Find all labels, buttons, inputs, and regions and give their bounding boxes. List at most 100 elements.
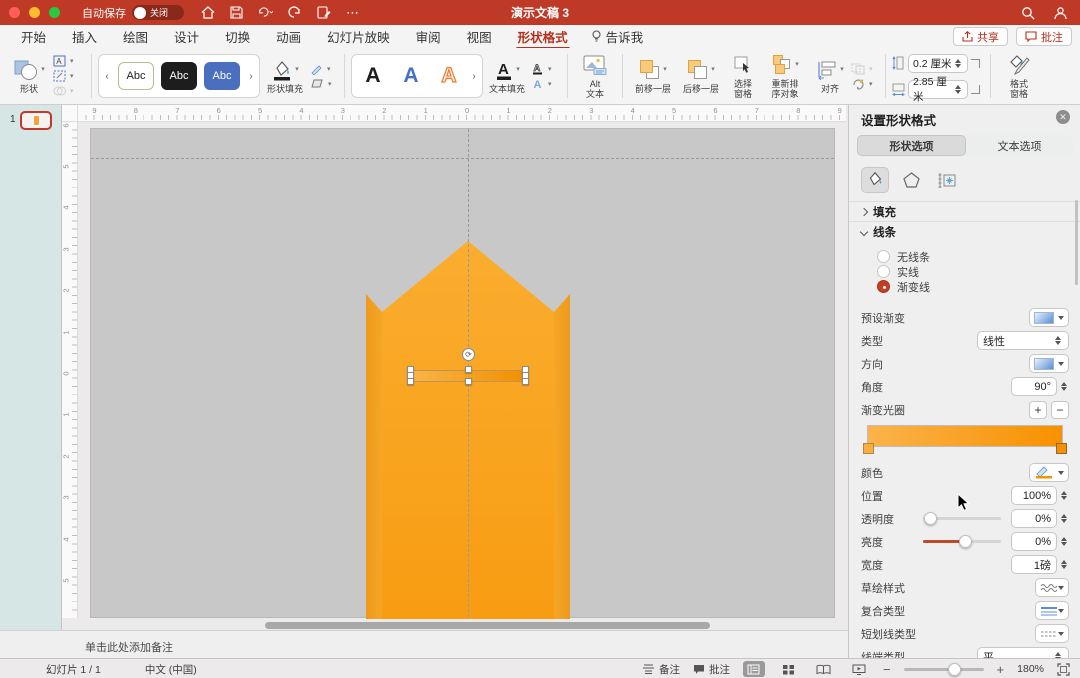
ribbon-tab-动画[interactable]: 动画 xyxy=(276,24,301,49)
sketch-style-dropdown[interactable] xyxy=(1035,578,1069,597)
line-width-field[interactable]: 1磅 xyxy=(1011,555,1057,574)
rotation-handle[interactable]: ⟳ xyxy=(462,348,475,361)
brightness-field[interactable]: 0% xyxy=(1011,532,1057,551)
compound-type-dropdown[interactable] xyxy=(1035,601,1069,620)
gradient-stop-left[interactable] xyxy=(863,443,874,454)
shape-fill-button[interactable]: ▾ 形状填充 xyxy=(260,58,310,94)
text-effects-button[interactable]: A▾ xyxy=(531,77,561,90)
radio-no-line[interactable]: 无线条 xyxy=(849,249,1080,264)
alt-text-button[interactable]: Alt 文本 xyxy=(574,53,616,100)
comments-toggle-button[interactable]: 批注 xyxy=(693,662,730,677)
zoom-window-button[interactable] xyxy=(49,7,60,18)
zoom-slider-thumb[interactable] xyxy=(948,663,961,676)
shape-style-swatch[interactable]: Abc xyxy=(118,62,154,90)
notes-toggle-button[interactable]: 备注 xyxy=(642,662,680,677)
language-indicator[interactable]: 中文 (中国) xyxy=(145,662,197,677)
text-fill-button[interactable]: A ▾ 文本填充 xyxy=(483,58,531,94)
add-stop-button[interactable]: + xyxy=(1029,401,1047,419)
reorder-objects-button[interactable]: ▾ 重新排 序对象 xyxy=(761,53,809,100)
transparency-slider[interactable] xyxy=(923,517,1001,520)
ribbon-tab-幻灯片放映[interactable]: 幻灯片放映 xyxy=(327,24,390,49)
wordart-style-swatch[interactable]: A xyxy=(394,64,428,88)
zoom-out-button[interactable]: − xyxy=(883,662,891,677)
ribbon-tab-切换[interactable]: 切换 xyxy=(225,24,250,49)
fill-line-category-button[interactable] xyxy=(861,167,889,193)
remove-stop-button[interactable]: − xyxy=(1051,401,1069,419)
position-field[interactable]: 100% xyxy=(1011,486,1057,505)
width-stepper[interactable] xyxy=(954,85,963,94)
shapes-button[interactable]: ▾ 形状 xyxy=(5,58,53,94)
shape-width-field[interactable]: 2.85 厘米 xyxy=(908,80,968,99)
fit-slide-icon[interactable] xyxy=(1057,663,1070,676)
ribbon-tab-绘图[interactable]: 绘图 xyxy=(123,24,148,49)
position-stepper[interactable] xyxy=(1059,491,1069,500)
share-button[interactable]: 共享 xyxy=(953,27,1008,46)
gallery-prev-icon[interactable]: ‹ xyxy=(103,71,111,82)
save-copy-icon[interactable] xyxy=(316,5,331,20)
wordart-style-swatch[interactable]: A xyxy=(356,64,390,88)
text-box-button[interactable]: A▾ xyxy=(53,55,85,68)
home-icon[interactable] xyxy=(200,5,215,20)
ribbon-tab-设计[interactable]: 设计 xyxy=(174,24,199,49)
close-panel-icon[interactable]: ✕ xyxy=(1056,110,1070,124)
horizontal-guide[interactable] xyxy=(91,158,834,159)
notes-bar[interactable]: 单击此处添加备注 xyxy=(0,630,848,658)
slide[interactable]: ⟳ xyxy=(90,128,835,618)
comments-button[interactable]: 批注 xyxy=(1016,27,1072,46)
text-outline-button[interactable]: A▾ xyxy=(531,62,561,75)
resize-handle[interactable] xyxy=(522,378,529,385)
size-properties-category-button[interactable] xyxy=(933,167,961,193)
normal-view-button[interactable] xyxy=(743,661,765,677)
brightness-stepper[interactable] xyxy=(1059,537,1069,546)
ribbon-tab-插入[interactable]: 插入 xyxy=(72,24,97,49)
slider-thumb[interactable] xyxy=(924,512,937,525)
rotate-button[interactable]: ▾ xyxy=(851,77,879,90)
redo-button[interactable] xyxy=(287,5,302,20)
shape-outline-button[interactable]: ▾ xyxy=(310,62,338,75)
more-commands-icon[interactable]: ⋯ xyxy=(345,5,360,20)
color-dropdown[interactable] xyxy=(1029,463,1069,482)
resize-handle[interactable] xyxy=(465,378,472,385)
ribbon-tab-开始[interactable]: 开始 xyxy=(21,24,46,49)
transparency-stepper[interactable] xyxy=(1059,514,1069,523)
undo-button[interactable] xyxy=(258,5,273,20)
brightness-slider[interactable] xyxy=(923,540,1001,543)
bring-forward-button[interactable]: ▾ 前移一层 xyxy=(629,58,677,94)
gradient-bar[interactable] xyxy=(867,425,1063,447)
radio-solid-line[interactable]: 实线 xyxy=(849,264,1080,279)
height-stepper[interactable] xyxy=(953,59,963,68)
tab-tell-me[interactable]: 告诉我 xyxy=(591,27,644,46)
radio-gradient-line[interactable]: 渐变线 xyxy=(849,279,1080,294)
zoom-slider[interactable] xyxy=(904,668,984,671)
minimize-window-button[interactable] xyxy=(29,7,40,18)
panel-scrollbar[interactable] xyxy=(1075,200,1078,285)
slide-sorter-view-button[interactable] xyxy=(778,661,800,677)
reading-view-button[interactable] xyxy=(813,661,835,677)
merge-shapes-button[interactable]: ▾ xyxy=(53,85,85,98)
preset-gradient-dropdown[interactable] xyxy=(1029,308,1069,327)
zoom-in-button[interactable]: + xyxy=(997,662,1005,677)
shape-effects-button[interactable]: ▾ xyxy=(310,77,338,90)
resize-handle[interactable] xyxy=(465,366,472,373)
slide-thumbnail[interactable] xyxy=(20,111,52,130)
angle-stepper[interactable] xyxy=(1059,382,1069,391)
tab-text-options[interactable]: 文本选项 xyxy=(966,135,1073,156)
gradient-stop-right[interactable] xyxy=(1056,443,1067,454)
ribbon-tab-审阅[interactable]: 审阅 xyxy=(416,24,441,49)
direction-dropdown[interactable] xyxy=(1029,354,1069,373)
format-pane-button[interactable]: 格式 窗格 xyxy=(997,53,1041,100)
gallery-next-icon[interactable]: › xyxy=(247,71,255,82)
gradient-type-select[interactable]: 线性 xyxy=(977,331,1069,350)
wordart-style-swatch[interactable]: A xyxy=(432,64,466,88)
slideshow-view-button[interactable] xyxy=(848,661,870,677)
gallery-next-icon[interactable]: › xyxy=(470,71,478,82)
edit-shape-button[interactable]: ▾ xyxy=(53,70,85,83)
ribbon-tab-视图[interactable]: 视图 xyxy=(467,24,492,49)
ribbon-tab-形状格式[interactable]: 形状格式 xyxy=(518,24,568,49)
group-button[interactable]: ▾ xyxy=(851,62,879,75)
selection-pane-button[interactable]: 选择 窗格 xyxy=(725,53,761,100)
search-icon[interactable] xyxy=(1020,5,1035,20)
zoom-level[interactable]: 180% xyxy=(1017,663,1044,675)
shape-style-swatch[interactable]: Abc xyxy=(204,62,240,90)
autosave-toggle[interactable]: 关闭 xyxy=(132,5,184,20)
